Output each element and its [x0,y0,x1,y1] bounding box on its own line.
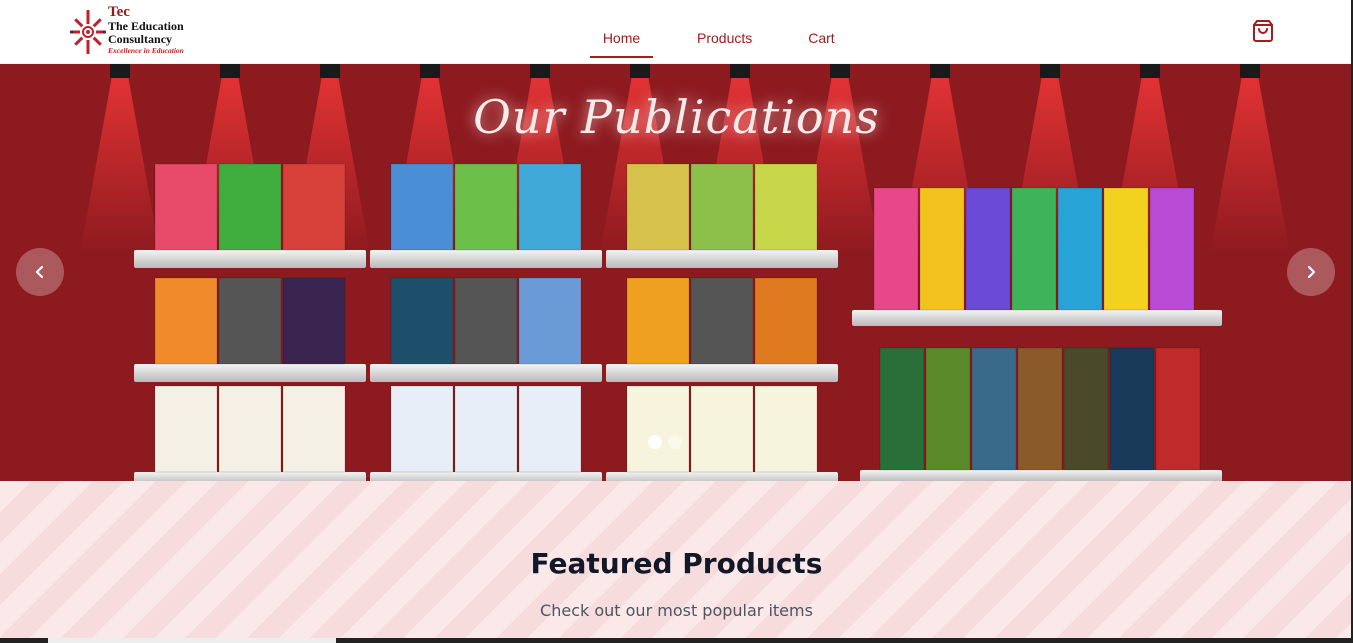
section-subtitle: Check out our most popular items [540,601,813,620]
product-card-edge [48,638,336,643]
main-nav: Home Products Cart [590,0,847,64]
nav-products[interactable]: Products [685,8,764,56]
carousel-next-button[interactable] [1287,248,1335,296]
chevron-right-icon [1307,265,1316,279]
carousel-prev-button[interactable] [16,248,64,296]
hero-title: Our Publications [473,90,880,144]
nav-cart[interactable]: Cart [796,8,846,56]
hero-carousel: Our Publications [0,64,1353,481]
carousel-dot[interactable] [648,435,662,449]
section-title: Featured Products [530,547,823,580]
cart-button[interactable] [1251,19,1275,43]
shopping-bag-icon [1253,20,1273,42]
brand-name: Tec [108,4,130,20]
logo-text: Tec The Education Consultancy Excellence… [108,4,218,56]
chevron-left-icon [35,265,44,279]
featured-section: Featured Products Check out our most pop… [0,481,1353,643]
site-header: Tec The Education Consultancy Excellence… [0,0,1353,64]
brand-line-2: Consultancy [108,32,173,46]
carousel-dots [648,435,682,449]
carousel-dot[interactable] [668,435,682,449]
brand-tagline: Excellence in Education [108,46,184,55]
brand-logo[interactable]: Tec The Education Consultancy Excellence… [68,4,208,60]
logo-mark-icon [70,10,106,54]
nav-home[interactable]: Home [590,8,653,58]
